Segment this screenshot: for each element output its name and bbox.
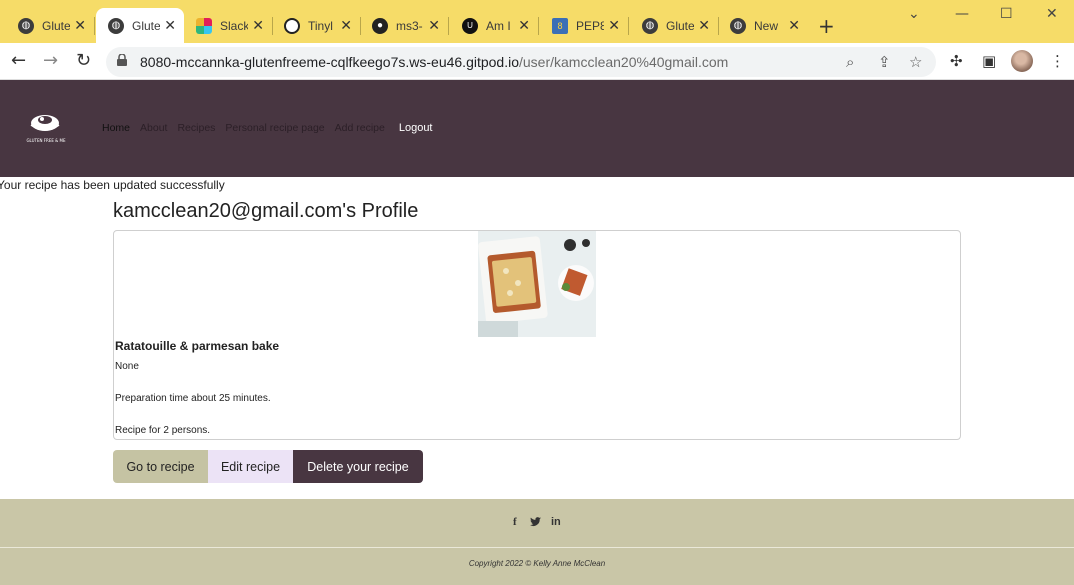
nav-add-recipe[interactable]: Add recipe [335,122,385,134]
forward-icon[interactable]: → [43,50,58,71]
globe-icon: ◍ [730,17,746,34]
back-icon[interactable]: ← [11,50,26,71]
flash-message: Your recipe has been updated successfull… [0,178,225,192]
close-tab-icon[interactable]: ✕ [608,17,620,34]
site-footer: f in Copyright 2022 © Kelly Anne McClean [0,499,1074,585]
nav-personal-recipe-page[interactable]: Personal recipe page [225,122,324,134]
close-tab-icon[interactable]: ✕ [428,17,440,34]
site-logo[interactable]: GLUTEN FREE & ME [18,111,74,145]
browser-tab[interactable]: ◍ Glute ✕ [6,8,95,43]
facebook-icon[interactable]: f [513,516,517,528]
recipe-description: None [115,361,139,372]
recipe-image [478,231,596,337]
tab-search-icon[interactable]: ⌄ [908,6,920,22]
browser-tab[interactable]: ● ms3- ✕ [360,8,449,43]
site-header: GLUTEN FREE & ME Home About Recipes Pers… [0,80,1074,177]
new-tab-icon[interactable]: + [818,14,835,38]
maximize-icon[interactable]: ☐ [1000,6,1013,22]
slack-icon [196,17,212,34]
close-tab-icon[interactable]: ✕ [518,17,530,34]
copyright-text: Copyright 2022 © Kelly Anne McClean [468,559,606,568]
browser-toolbar: ← → ↻ 8080-mccannka-glutenfreeme-cqlfkee… [0,43,1074,80]
browser-tab[interactable]: ◍ New ✕ [718,8,808,43]
side-panel-icon[interactable]: ▣ [982,52,996,70]
nav-recipes[interactable]: Recipes [177,122,215,134]
globe-icon: ◍ [108,17,124,34]
share-icon[interactable]: ⇪ [878,53,891,71]
nav-logout[interactable]: Logout [399,122,433,134]
globe-icon: ◍ [642,17,658,34]
browser-tab[interactable]: 8 PEP8 ✕ [540,8,629,43]
zoom-icon[interactable]: ⌕ [846,53,854,71]
browser-tab[interactable]: Slack ✕ [184,8,273,43]
amiresponsive-icon: U [462,17,478,34]
recipe-servings: Recipe for 2 persons. [115,425,211,436]
main-nav: Home About Recipes Personal recipe page … [102,122,433,134]
logo-text: GLUTEN FREE & ME [26,138,66,143]
close-tab-icon[interactable]: ✕ [164,17,176,34]
linkedin-icon[interactable]: in [551,516,561,528]
recipe-prep-time: Preparation time about 25 minutes. [115,393,271,404]
python-icon: 8 [552,17,568,34]
edit-recipe-button[interactable]: Edit recipe [208,450,293,483]
recipe-title: Ratatouille & parmesan bake [115,339,280,353]
bookmark-star-icon[interactable]: ☆ [909,53,922,71]
close-tab-icon[interactable]: ✕ [698,17,710,34]
browser-tab[interactable]: U Am I ✕ [450,8,539,43]
recipe-card: Ratatouille & parmesan bake None Prepara… [113,230,961,440]
browser-tab[interactable]: Tinyl ✕ [272,8,361,43]
page-title: kamcclean20@gmail.com's Profile [113,200,419,222]
reload-icon[interactable]: ↻ [76,50,91,71]
footer-divider [0,547,1074,548]
close-window-icon[interactable]: ✕ [1046,6,1058,22]
browser-tab-active[interactable]: ◍ Glute ✕ [96,8,184,43]
lock-icon [117,54,127,66]
globe-icon: ◍ [18,17,34,34]
nav-about[interactable]: About [140,122,167,134]
delete-recipe-button[interactable]: Delete your recipe [293,450,423,483]
url-text: 8080-mccannka-glutenfreeme-cqlfkeego7s.w… [140,54,729,70]
extensions-icon[interactable]: ✣ [950,52,963,70]
close-tab-icon[interactable]: ✕ [340,17,352,34]
github-icon: ● [372,17,388,34]
minimize-icon[interactable]: — [955,6,969,22]
browser-tab-strip: ◍ Glute ✕ ◍ Glute ✕ Slack ✕ Tinyl ✕ ● ms… [0,0,1074,43]
close-tab-icon[interactable]: ✕ [252,17,264,34]
go-to-recipe-button[interactable]: Go to recipe [113,450,208,483]
avatar[interactable] [1011,50,1033,72]
twitter-icon[interactable] [530,517,541,527]
nav-home[interactable]: Home [102,122,130,134]
panda-icon [284,17,300,34]
close-tab-icon[interactable]: ✕ [74,17,86,34]
menu-icon[interactable]: ⋮ [1050,52,1065,70]
address-bar[interactable]: 8080-mccannka-glutenfreeme-cqlfkeego7s.w… [106,47,936,77]
close-tab-icon[interactable]: ✕ [788,17,800,34]
browser-tab[interactable]: ◍ Glute ✕ [630,8,719,43]
